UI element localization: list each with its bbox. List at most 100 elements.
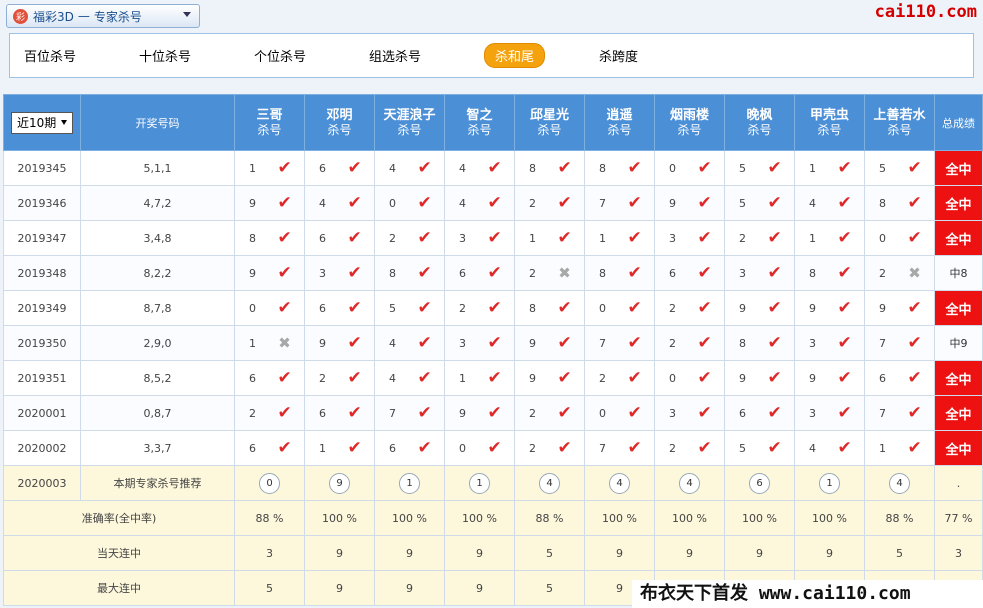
expert-header[interactable]: 邱星光 杀号 <box>514 94 585 151</box>
pick-cell: 4 ✔ <box>374 325 445 361</box>
pick-number: 6 <box>319 406 326 420</box>
expert-name: 甲壳虫 <box>809 107 849 123</box>
check-icon: ✔ <box>417 437 432 458</box>
pick-number: 1 <box>249 336 256 350</box>
pick-cell: 0 ✔ <box>654 150 725 186</box>
expert-header[interactable]: 逍遥 杀号 <box>584 94 655 151</box>
lottery-type-select[interactable]: 彩 福彩3D — 专家杀号 <box>6 4 200 28</box>
period-filter-cell: 近10期 <box>3 94 81 151</box>
tab-hundreds[interactable]: 百位杀号 <box>10 46 125 65</box>
table-row: 2019345 5,1,1 1 ✔ 6 ✔ 4 ✔ 4 ✔ 8 ✔ 8 ✔ 0 ✔ 5 ✔ 1 ✔ 5 ✔ 全中 <box>3 150 983 186</box>
pick-cell: 7 ✔ <box>374 395 445 431</box>
pick-cell: 2 ✖ <box>514 255 585 291</box>
pick-number: 7 <box>879 406 886 420</box>
pick-number: 3 <box>739 266 746 280</box>
pick-number: 9 <box>879 301 886 315</box>
result-badge: 全中 <box>934 395 983 431</box>
recommend-cell: 6 <box>724 465 795 501</box>
chevron-down-icon[interactable] <box>183 12 191 17</box>
expert-header[interactable]: 三哥 杀号 <box>234 94 305 151</box>
pick-cell: 2 ✔ <box>724 220 795 256</box>
pick-cell: 4 ✔ <box>374 150 445 186</box>
pick-number: 9 <box>459 406 466 420</box>
pick-cell: 7 ✔ <box>864 325 935 361</box>
pick-cell: 5 ✔ <box>724 185 795 221</box>
pick-number: 2 <box>529 266 536 280</box>
tab-units[interactable]: 个位杀号 <box>240 46 355 65</box>
tab-sum-tail[interactable]: 杀和尾 <box>470 43 585 68</box>
pick-cell: 9 ✔ <box>654 185 725 221</box>
check-icon: ✔ <box>907 367 922 388</box>
summary-value: 100 % <box>794 500 865 536</box>
pick-number: 4 <box>319 196 326 210</box>
period-select[interactable]: 近10期 <box>11 111 73 134</box>
summary-value: 9 <box>654 535 725 571</box>
pick-number: 0 <box>459 441 466 455</box>
check-icon: ✔ <box>627 157 642 178</box>
draw-number-cell: 2,9,0 <box>80 325 235 361</box>
pick-number: 9 <box>739 371 746 385</box>
expert-header[interactable]: 智之 杀号 <box>444 94 515 151</box>
chevron-down-icon <box>61 120 67 125</box>
check-icon: ✔ <box>557 367 572 388</box>
check-icon: ✔ <box>557 192 572 213</box>
pick-number: 2 <box>249 406 256 420</box>
pick-number: 2 <box>459 301 466 315</box>
draw-number-cell: 5,1,1 <box>80 150 235 186</box>
result-badge: 全中 <box>934 185 983 221</box>
period-cell: 2020002 <box>3 430 81 466</box>
expert-header[interactable]: 天涯浪子 杀号 <box>374 94 445 151</box>
pick-number: 6 <box>319 301 326 315</box>
expert-header[interactable]: 邓明 杀号 <box>304 94 375 151</box>
recommend-label: 本期专家杀号推荐 <box>80 465 235 501</box>
pick-cell: 4 ✔ <box>304 185 375 221</box>
site-logo[interactable]: cai110.com <box>875 2 977 22</box>
summary-value: 88 % <box>234 500 305 536</box>
pick-cell: 4 ✔ <box>794 185 865 221</box>
watermark: 布衣天下首发 www.cai110.com <box>632 580 983 608</box>
pick-number: 3 <box>669 406 676 420</box>
check-icon: ✔ <box>907 192 922 213</box>
check-icon: ✔ <box>767 437 782 458</box>
pick-number: 8 <box>529 161 536 175</box>
pick-cell: 1 ✔ <box>514 220 585 256</box>
tab-tens[interactable]: 十位杀号 <box>125 46 240 65</box>
pick-number: 6 <box>249 371 256 385</box>
expert-header[interactable]: 甲壳虫 杀号 <box>794 94 865 151</box>
summary-value: 5 <box>514 570 585 606</box>
summary-value: 9 <box>444 570 515 606</box>
pick-cell: 1 ✔ <box>794 220 865 256</box>
top-bar: 彩 福彩3D — 专家杀号 cai110.com <box>0 0 983 34</box>
pick-cell: 6 ✔ <box>654 255 725 291</box>
pick-number: 4 <box>389 371 396 385</box>
expert-header[interactable]: 晚枫 杀号 <box>724 94 795 151</box>
pick-cell: 6 ✔ <box>304 220 375 256</box>
expert-header[interactable]: 烟雨楼 杀号 <box>654 94 725 151</box>
pick-number: 8 <box>249 231 256 245</box>
section-name: 专家杀号 <box>93 9 142 24</box>
summary-value: 9 <box>584 535 655 571</box>
pick-cell: 8 ✔ <box>514 290 585 326</box>
result-badge: 全中 <box>934 220 983 256</box>
check-icon: ✔ <box>417 332 432 353</box>
tab-group[interactable]: 组选杀号 <box>355 46 470 65</box>
check-icon: ✔ <box>767 227 782 248</box>
pick-number: 6 <box>739 406 746 420</box>
pick-cell: 6 ✔ <box>444 255 515 291</box>
tab-span[interactable]: 杀跨度 <box>585 46 700 65</box>
result-badge: 中8 <box>934 255 983 291</box>
pick-number: 0 <box>599 301 606 315</box>
pick-cell: 6 ✔ <box>374 430 445 466</box>
pick-cell: 4 ✔ <box>794 430 865 466</box>
summary-value: 9 <box>794 535 865 571</box>
recommend-number: 6 <box>749 472 770 494</box>
pick-cell: 2 ✔ <box>374 220 445 256</box>
pick-cell: 0 ✔ <box>374 185 445 221</box>
period-cell: 2019345 <box>3 150 81 186</box>
pick-cell: 0 ✔ <box>864 220 935 256</box>
check-icon: ✔ <box>347 192 362 213</box>
expert-header[interactable]: 上善若水 杀号 <box>864 94 935 151</box>
period-cell: 2019346 <box>3 185 81 221</box>
check-icon: ✔ <box>697 402 712 423</box>
result-badge: 全中 <box>934 430 983 466</box>
